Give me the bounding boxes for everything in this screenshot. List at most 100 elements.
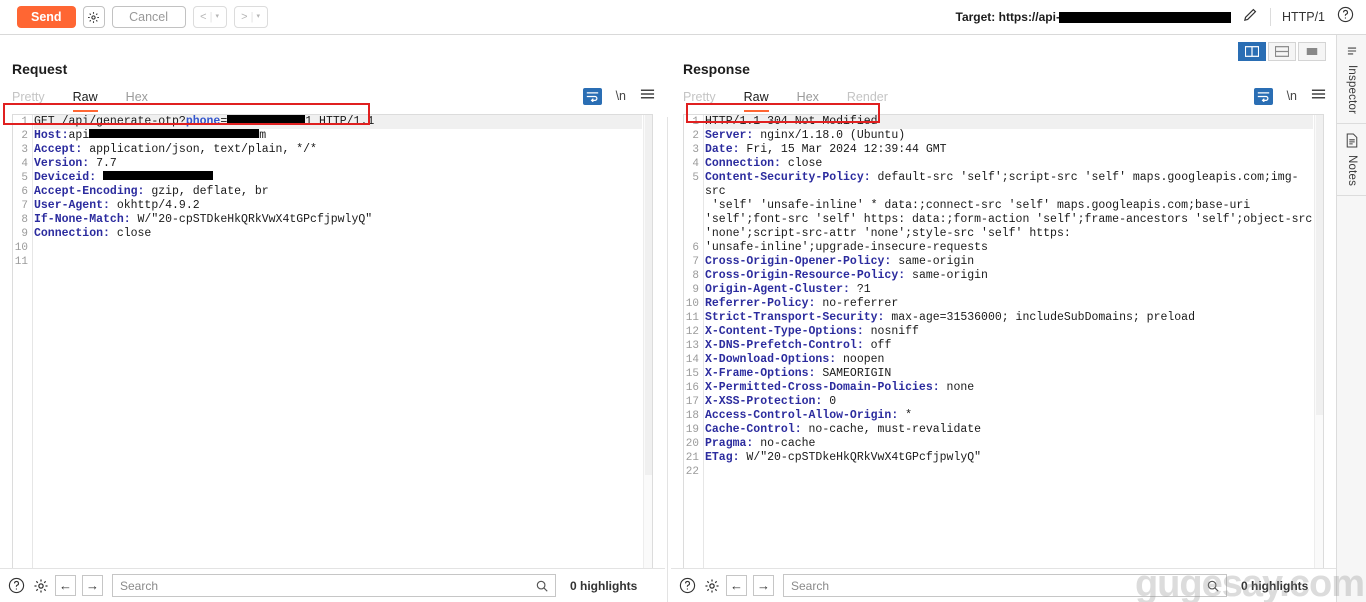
request-editor-tools: \n	[582, 87, 655, 105]
response-search-box[interactable]	[783, 574, 1227, 597]
request-search-magnifier[interactable]	[535, 579, 549, 598]
scrollbar-thumb[interactable]	[1316, 115, 1323, 415]
help-button[interactable]	[1337, 6, 1354, 28]
divider: |	[209, 11, 213, 23]
request-help-button[interactable]	[8, 577, 25, 594]
code-line: Accept: application/json, text/plain, */…	[34, 143, 317, 156]
line-number: 4	[21, 158, 28, 170]
request-editor-scrollbar[interactable]	[643, 115, 652, 590]
line-number: 5	[21, 172, 28, 184]
code-line: HTTP/1.1 304 Not Modified	[705, 115, 1313, 129]
response-editor-scrollbar[interactable]	[1314, 115, 1323, 590]
code-line: X-XSS-Protection: 0	[705, 395, 837, 408]
line-number: 7	[692, 256, 699, 268]
send-button[interactable]: Send	[17, 6, 76, 28]
response-search-next-button[interactable]: →	[753, 575, 774, 596]
response-code-area[interactable]: HTTP/1.1 304 Not Modified Server: nginx/1…	[705, 115, 1313, 590]
request-search-box[interactable]	[112, 574, 556, 597]
help-circle-icon	[1337, 6, 1354, 23]
request-settings-button[interactable]	[82, 6, 105, 28]
response-search-magnifier[interactable]	[1206, 579, 1220, 598]
response-word-wrap-toggle[interactable]	[1253, 87, 1273, 105]
response-newline-toggle[interactable]: \n	[1287, 89, 1297, 103]
hamburger-menu-icon	[640, 89, 655, 99]
code-line: X-Permitted-Cross-Domain-Policies: none	[705, 381, 975, 394]
rail-tab-notes-label: Notes	[1346, 155, 1358, 187]
rail-tab-inspector[interactable]: Inspector	[1337, 35, 1366, 125]
request-code-area[interactable]: GET /api/generate-otp?phone= 1 HTTP/1.1 Ho…	[34, 115, 642, 590]
line-number: 16	[685, 382, 699, 394]
tab-response-pretty[interactable]: Pretty	[683, 87, 716, 112]
inspector-icon	[1347, 47, 1357, 55]
magnifier-icon	[1207, 580, 1219, 592]
code-line: Cache-Control: no-cache, must-revalidate	[705, 423, 982, 436]
response-bottom-bar: ← → 0 highlights	[671, 568, 1336, 602]
gear-icon	[34, 578, 48, 593]
response-editor[interactable]: 12345 6 7 8 9 10 11 12 13 14 15 16 17 18 19 20 21 22 HTT…	[683, 114, 1324, 591]
request-search-input[interactable]	[113, 578, 555, 593]
line-number: 22	[685, 466, 699, 478]
code-line: Cross-Origin-Resource-Policy: same-origi…	[705, 269, 988, 282]
response-search-input[interactable]	[784, 578, 1226, 593]
notes-icon	[1346, 133, 1358, 148]
line-number: 21	[685, 452, 699, 464]
hamburger-menu-icon	[1311, 89, 1326, 99]
line-number: 9	[692, 284, 699, 296]
target-area: Target: https://api- HTTP/1	[956, 6, 1359, 28]
tab-request-hex[interactable]: Hex	[126, 87, 148, 112]
code-line: User-Agent: okhttp/4.9.2	[34, 199, 200, 212]
code-line: Cross-Origin-Opener-Policy: same-origin	[705, 255, 975, 268]
tab-request-pretty[interactable]: Pretty	[12, 87, 45, 112]
line-number: 10	[14, 242, 28, 254]
request-search-settings-button[interactable]	[33, 578, 49, 594]
line-number: 6	[692, 242, 699, 254]
next-arrow-icon: >	[241, 11, 248, 23]
previous-request-button[interactable]: < | ▾	[192, 6, 227, 28]
line-number: 2	[692, 130, 699, 142]
response-editor-tools: \n	[1253, 87, 1326, 105]
view-toggle-split-vertical[interactable]	[1238, 42, 1266, 61]
code-line: X-Frame-Options: SAMEORIGIN	[705, 367, 892, 380]
tab-response-raw[interactable]: Raw	[743, 87, 769, 112]
view-toggle-split-horizontal[interactable]	[1268, 42, 1296, 61]
line-number: 20	[685, 438, 699, 450]
response-search-settings-button[interactable]	[704, 578, 720, 594]
request-panel-title: Request	[12, 61, 68, 77]
code-line: X-Download-Options: noopen	[705, 353, 885, 366]
line-number: 19	[685, 424, 699, 436]
cancel-button[interactable]: Cancel	[111, 6, 186, 28]
word-wrap-icon	[586, 91, 598, 102]
request-word-wrap-toggle[interactable]	[582, 87, 602, 105]
rail-tab-notes[interactable]: Notes	[1337, 124, 1366, 197]
scrollbar-thumb[interactable]	[645, 115, 652, 475]
code-line: Origin-Agent-Cluster: ?1	[705, 283, 871, 296]
target-label: Target: https://api-	[955, 10, 1060, 24]
response-help-button[interactable]	[679, 577, 696, 594]
response-highlights-count: 0 highlights	[1241, 578, 1309, 593]
request-editor[interactable]: 1 2 3 4 5 6 7 8 9 10 11 GET /api/generate-otp?phon…	[12, 114, 653, 591]
tab-response-render[interactable]: Render	[847, 87, 888, 112]
rail-tab-inspector-label: Inspector	[1346, 65, 1358, 115]
request-editor-menu-button[interactable]	[640, 87, 655, 105]
edit-target-button[interactable]	[1242, 6, 1259, 28]
line-number-cont	[684, 227, 703, 241]
http-version-selector[interactable]: HTTP/1	[1282, 10, 1325, 24]
line-number: 3	[21, 144, 28, 156]
next-request-button[interactable]: > | ▾	[233, 6, 268, 28]
view-toggle-single-pane[interactable]	[1298, 42, 1326, 61]
layout-view-toggles	[1238, 42, 1326, 61]
response-search-prev-button[interactable]: ←	[726, 575, 747, 596]
split-vertical-icon	[1245, 46, 1259, 57]
request-search-prev-button[interactable]: ←	[55, 575, 76, 596]
response-editor-menu-button[interactable]	[1311, 87, 1326, 105]
line-number: 1	[692, 116, 699, 128]
request-pane: Request Pretty Raw Hex \n 1 2 3 4 5 6 7 …	[0, 35, 665, 602]
tab-response-hex[interactable]: Hex	[797, 87, 819, 112]
request-search-next-button[interactable]: →	[82, 575, 103, 596]
response-line-number-gutter: 12345 6 7 8 9 10 11 12 13 14 15 16 17 18 19 20 21 22	[684, 115, 704, 590]
divider: |	[250, 11, 254, 23]
tab-request-raw[interactable]: Raw	[72, 87, 98, 112]
gear-icon	[705, 578, 719, 593]
request-newline-toggle[interactable]: \n	[616, 89, 626, 103]
